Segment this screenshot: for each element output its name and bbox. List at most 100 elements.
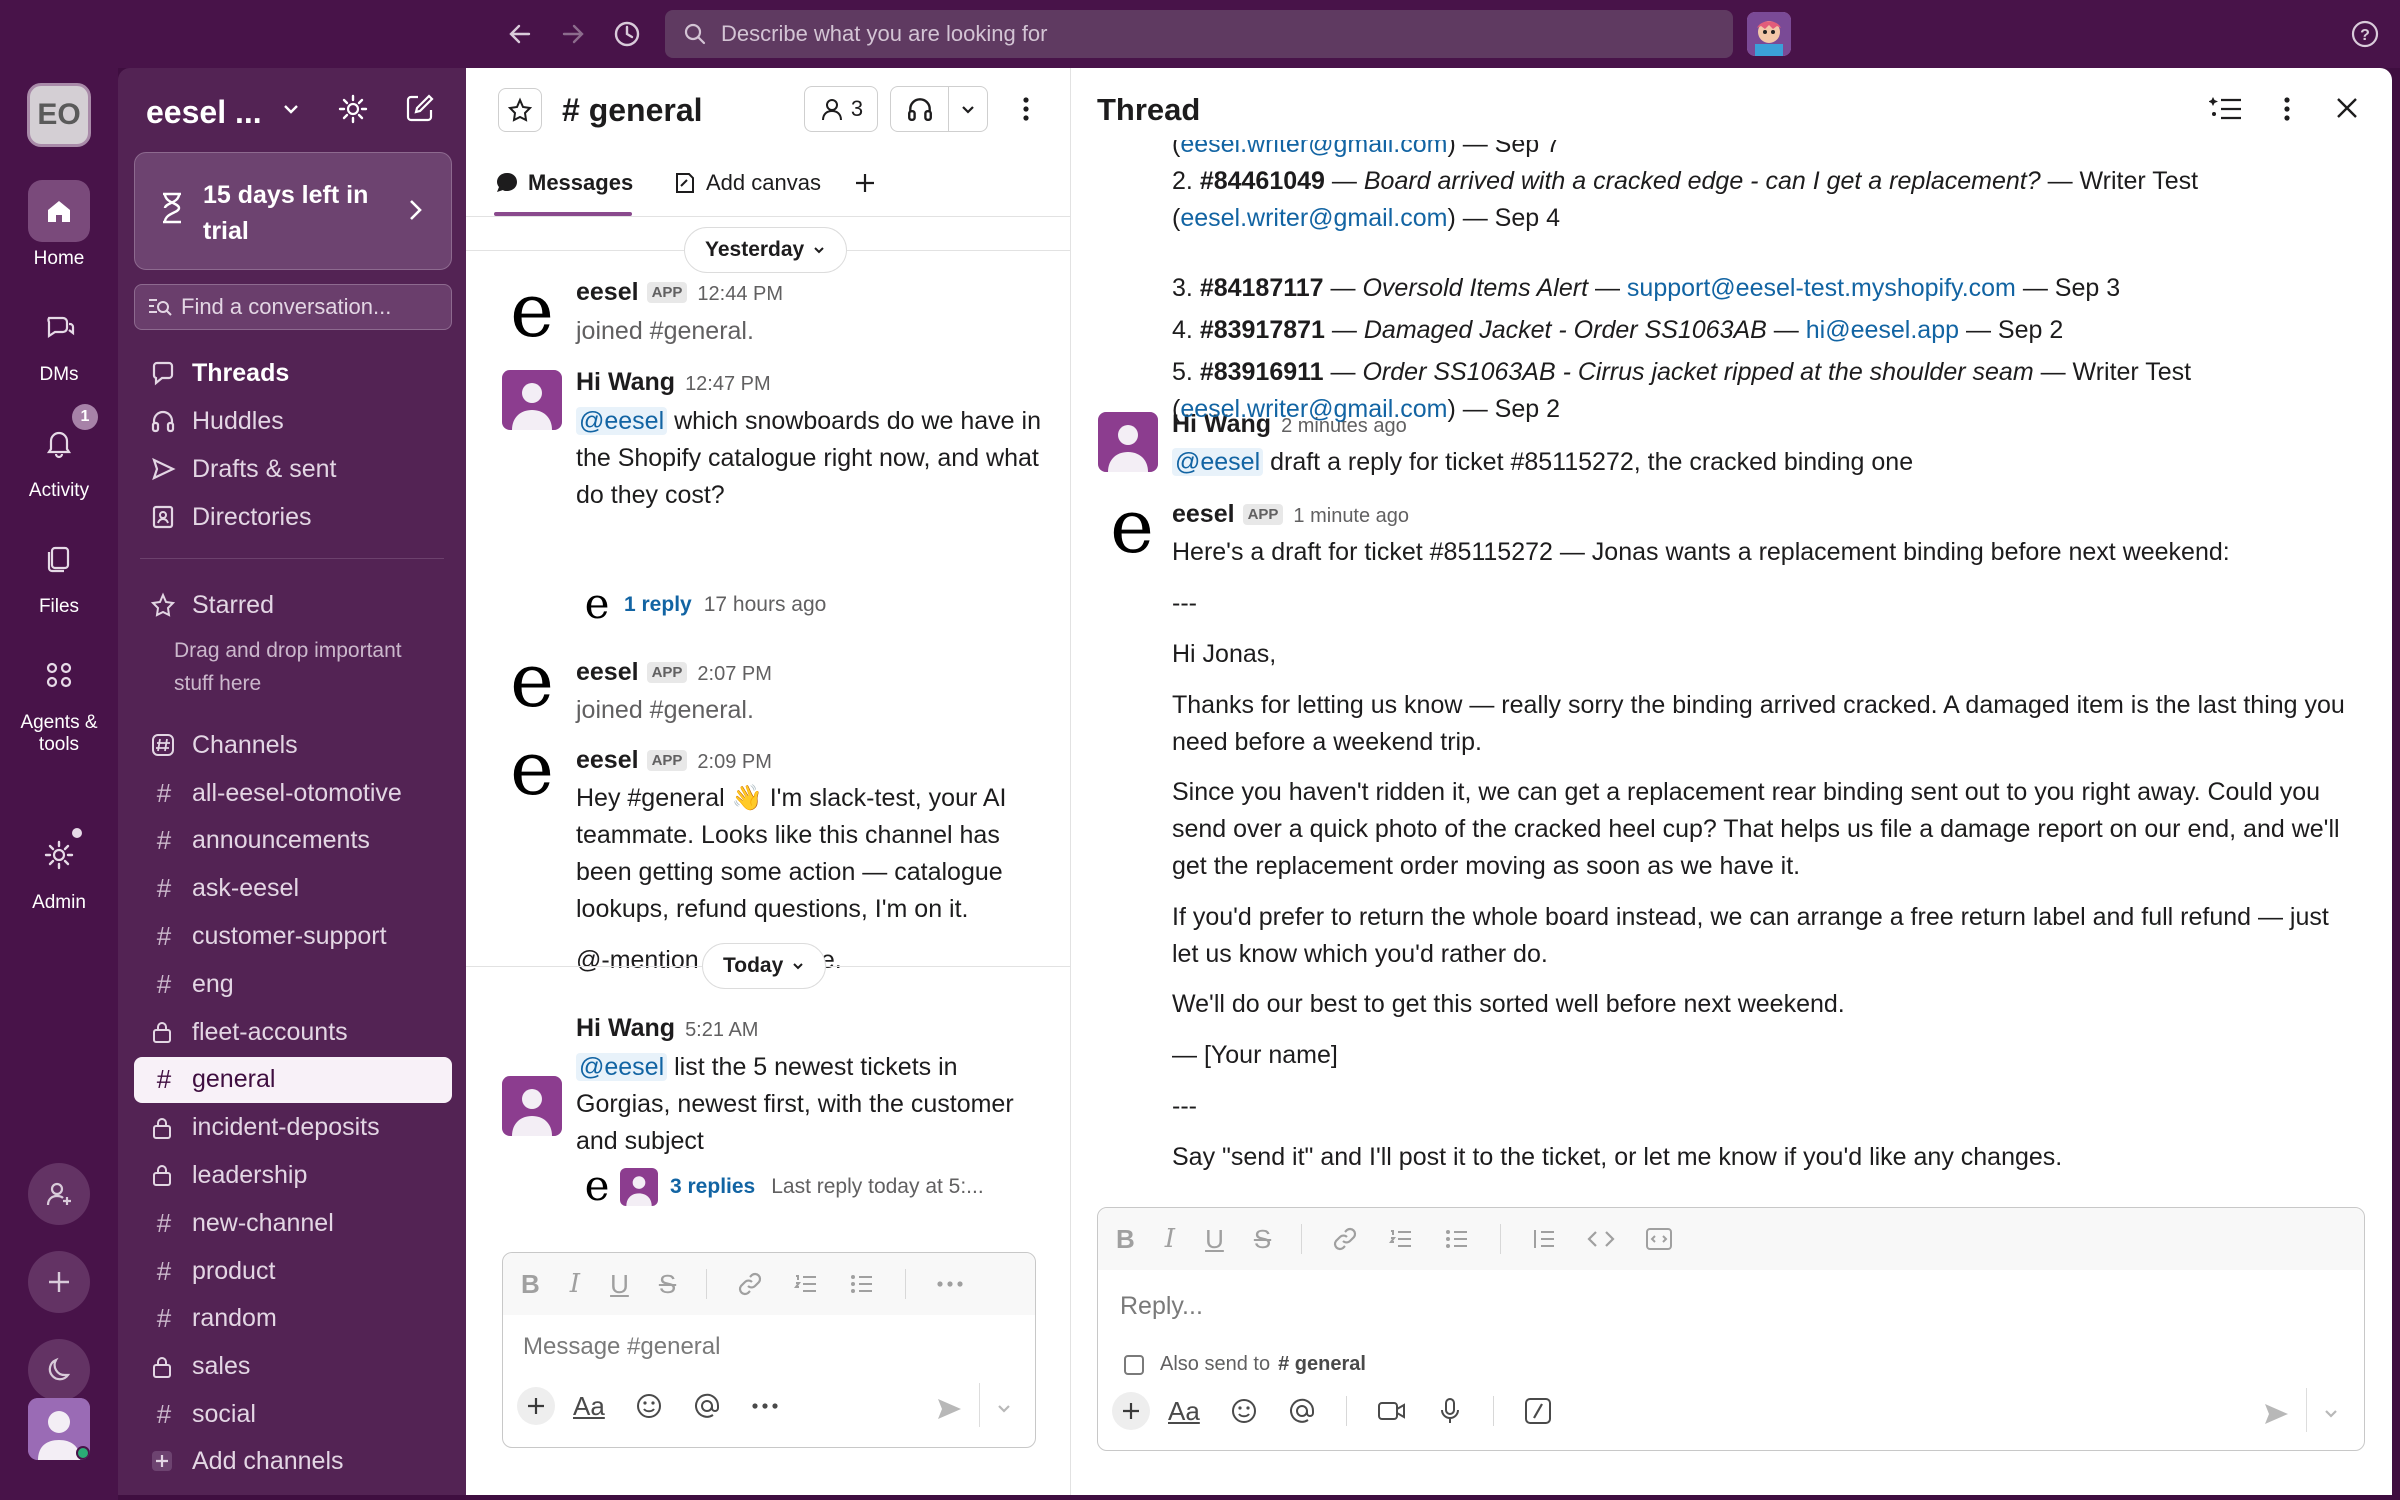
bold-icon[interactable]: B (521, 1269, 540, 1300)
rail-admin[interactable]: Admin (0, 824, 118, 914)
message-author[interactable]: eesel (576, 278, 639, 306)
members-button[interactable]: 3 (804, 86, 878, 132)
replies-link[interactable]: 1 reply (624, 593, 692, 617)
more-horizontal-icon[interactable] (936, 1279, 964, 1289)
user-mention[interactable]: @eesel (1172, 448, 1264, 476)
message-time[interactable]: 5:21 AM (685, 1019, 758, 1041)
thread-replies[interactable]: e 1 reply 17 hours ago (582, 583, 827, 625)
chevron-down-icon[interactable] (280, 98, 302, 120)
reply-input[interactable]: Reply... (1120, 1292, 1203, 1321)
italic-icon[interactable]: I (1165, 1224, 1175, 1254)
send-icon[interactable] (935, 1395, 963, 1423)
replies-link[interactable]: 3 replies (670, 1175, 755, 1199)
sidebar-channel-all-eesel-otomotive[interactable]: # all-eesel-otomotive (134, 770, 452, 816)
close-icon[interactable] (2333, 94, 2361, 122)
eesel-avatar[interactable]: e (1104, 490, 1160, 564)
user-avatar[interactable] (28, 1398, 90, 1460)
rail-home[interactable]: Home (0, 180, 118, 270)
microphone-icon[interactable] (1437, 1397, 1463, 1425)
text-format-icon[interactable]: Aa (1168, 1396, 1200, 1427)
message-author[interactable]: eesel (576, 658, 639, 686)
thread-replies[interactable]: e 3 replies Last reply today at 5:... (582, 1165, 984, 1207)
sidebar-item-drafts[interactable]: Drafts & sent (134, 446, 452, 492)
message-author[interactable]: eesel (1172, 500, 1235, 528)
bullet-list-icon[interactable] (849, 1271, 875, 1297)
strikethrough-icon[interactable]: S (1254, 1224, 1271, 1255)
add-workspace-icon[interactable] (28, 1251, 90, 1313)
blockquote-icon[interactable] (1531, 1226, 1557, 1252)
eesel-avatar[interactable]: e (504, 274, 560, 348)
mention-icon[interactable] (693, 1392, 721, 1420)
sidebar-channel-customer-support[interactable]: # customer-support (134, 913, 452, 959)
video-icon[interactable] (1377, 1398, 1407, 1424)
more-horizontal-icon[interactable] (751, 1401, 779, 1411)
emoji-icon[interactable] (635, 1392, 663, 1420)
eesel-avatar[interactable]: e (504, 732, 560, 806)
workspace-icon[interactable]: EO (27, 83, 91, 147)
message-author[interactable]: eesel (576, 746, 639, 774)
back-arrow-icon[interactable] (500, 14, 540, 54)
app-avatar-icon[interactable] (1747, 12, 1791, 56)
code-block-icon[interactable] (1645, 1226, 1673, 1252)
emoji-icon[interactable] (1230, 1397, 1258, 1425)
strikethrough-icon[interactable]: S (659, 1269, 676, 1300)
text-format-icon[interactable]: Aa (573, 1391, 605, 1422)
tab-messages[interactable]: Messages (494, 170, 633, 196)
sidebar-channel-social[interactable]: # social (134, 1391, 452, 1437)
sidebar-starred[interactable]: Starred (134, 582, 452, 628)
email-link[interactable]: eesel.writer@gmail.com (1180, 204, 1447, 232)
day-divider-yesterday[interactable]: Yesterday (684, 227, 848, 273)
code-icon[interactable] (1587, 1226, 1615, 1252)
message-time[interactable]: 1 minute ago (1293, 505, 1409, 527)
message-author[interactable]: Hi Wang (576, 368, 675, 396)
plus-icon[interactable] (517, 1387, 555, 1425)
chevron-down-icon[interactable] (949, 100, 987, 118)
day-divider-today[interactable]: Today (702, 943, 827, 989)
search-input[interactable]: Describe what you are looking for (665, 10, 1733, 58)
invite-people-icon[interactable] (28, 1163, 90, 1225)
hi-wang-avatar[interactable] (502, 370, 562, 430)
history-icon[interactable] (607, 14, 647, 54)
message-time[interactable]: 12:47 PM (685, 373, 771, 395)
workspace-name[interactable]: eesel ... (146, 94, 262, 131)
slash-command-icon[interactable] (1524, 1397, 1552, 1425)
sidebar-channel-fleet-accounts[interactable]: fleet-accounts (134, 1009, 452, 1055)
message-time[interactable]: 2:09 PM (697, 751, 771, 773)
thread-summary-icon[interactable] (2209, 94, 2243, 124)
sidebar-channels-header[interactable]: Channels (134, 722, 452, 768)
message-time[interactable]: 12:44 PM (697, 283, 783, 305)
find-conversation-input[interactable]: Find a conversation... (134, 284, 452, 330)
sidebar-channel-announcements[interactable]: # announcements (134, 818, 452, 864)
bullet-list-icon[interactable] (1444, 1226, 1470, 1252)
rail-activity[interactable]: 1 Activity (0, 404, 118, 502)
rail-dms[interactable]: DMs (0, 296, 118, 386)
email-link[interactable]: eesel.writer@gmail.com (1180, 140, 1447, 158)
also-send-option[interactable]: Also send to # general (1124, 1353, 1366, 1376)
channel-title[interactable]: # general (562, 92, 703, 129)
underline-icon[interactable]: U (1205, 1224, 1224, 1255)
send-icon[interactable] (2262, 1400, 2290, 1428)
compose-icon[interactable] (404, 92, 436, 124)
sidebar-channel-random[interactable]: # random (134, 1296, 452, 1342)
email-link[interactable]: support@eesel-test.myshopify.com (1627, 274, 2016, 302)
link-icon[interactable] (737, 1271, 763, 1297)
sidebar-channel-ask-eesel[interactable]: # ask-eesel (134, 866, 452, 912)
add-tab-plus-icon[interactable] (852, 170, 878, 196)
chevron-down-icon[interactable] (995, 1399, 1013, 1417)
numbered-list-icon[interactable] (1388, 1226, 1414, 1252)
sidebar-item-huddles[interactable]: Huddles (134, 398, 452, 444)
sidebar-channel-leadership[interactable]: leadership (134, 1152, 452, 1198)
message-author[interactable]: Hi Wang (576, 1014, 675, 1042)
email-link[interactable]: eesel.writer@gmail.com (1180, 395, 1447, 423)
italic-icon[interactable]: I (570, 1269, 580, 1299)
plus-icon[interactable] (1112, 1392, 1150, 1430)
chevron-down-icon[interactable] (2322, 1404, 2340, 1422)
star-channel-icon[interactable] (498, 88, 542, 132)
sidebar-channel-general[interactable]: # general (134, 1056, 452, 1103)
help-icon[interactable]: ? (2345, 14, 2385, 54)
forward-arrow-icon[interactable] (553, 14, 593, 54)
huddle-button[interactable] (890, 86, 988, 132)
more-vertical-icon[interactable] (1020, 94, 1032, 124)
sidebar-item-threads[interactable]: Threads (134, 350, 452, 396)
hi-wang-avatar[interactable] (502, 1076, 562, 1136)
